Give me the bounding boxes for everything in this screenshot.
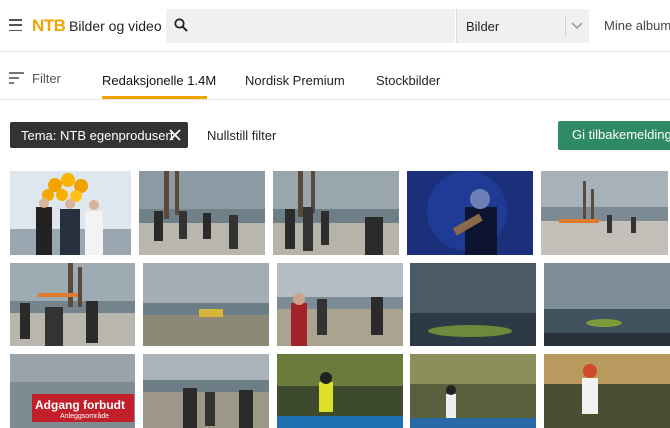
gallery-image-balloons[interactable] [10,171,131,255]
gallery-image-group-lakeview[interactable] [277,263,403,346]
gallery-image-construction-site[interactable] [541,171,668,255]
search-input[interactable] [194,9,449,43]
sign-subtext: Anleggsområde [60,413,110,420]
filter-icon[interactable] [9,72,24,84]
filter-chip-label: Tema: NTB egenprodusert [21,128,174,143]
sign-text: Adgang forbudt [35,398,125,412]
gallery-image-roller-ski-3[interactable] [544,354,670,428]
gallery-image-roller-ski-2[interactable] [410,354,536,428]
tab-stockbilder[interactable]: Stockbilder [376,73,440,88]
select-divider [565,16,566,36]
gallery-image-roller-ski-1[interactable] [277,354,403,428]
search-box[interactable] [166,9,455,43]
chevron-down-icon[interactable] [571,21,583,31]
filter-toggle[interactable]: Filter [32,71,61,86]
tab-redaksjonelle[interactable]: Redaksjonelle 1.4M [102,73,216,88]
feedback-button[interactable]: Gi tilbakemelding [558,121,670,150]
hamburger-menu-icon[interactable] [9,19,22,31]
reset-filter-button[interactable]: Nullstill filter [207,128,276,143]
media-type-select[interactable]: Bilder [456,9,589,43]
mine-album-link[interactable]: Mine album [604,18,670,33]
gallery-image-shoreline[interactable] [143,263,269,346]
tab-nordisk-premium[interactable]: Nordisk Premium [245,73,345,88]
ntb-logo[interactable]: NTB [32,16,66,36]
gallery-image-fjord-panorama[interactable] [544,263,670,346]
gallery-image-pier-crowd[interactable] [273,171,399,255]
gallery-image-group-fjord[interactable] [143,354,269,428]
top-header: NTB Bilder og video Bilder Mine album [0,0,670,52]
close-icon[interactable] [169,129,181,141]
gallery-image-no-entry-sign[interactable]: Adgang forbudt Anleggsområde [10,354,135,428]
gallery-image-pier-group[interactable] [139,171,265,255]
filter-chip-tema[interactable]: Tema: NTB egenprodusert [10,122,188,148]
gallery-image-island-clouds[interactable] [410,263,536,346]
search-icon[interactable] [174,18,188,32]
media-type-value: Bilder [466,19,500,34]
active-tab-indicator [102,96,207,99]
filter-tab-bar: Filter Redaksjonelle 1.4M Nordisk Premiu… [0,60,670,100]
gallery-image-site-visit[interactable] [10,263,135,346]
gallery-image-guitarist[interactable] [407,171,533,255]
app-title[interactable]: Bilder og video [69,18,162,34]
